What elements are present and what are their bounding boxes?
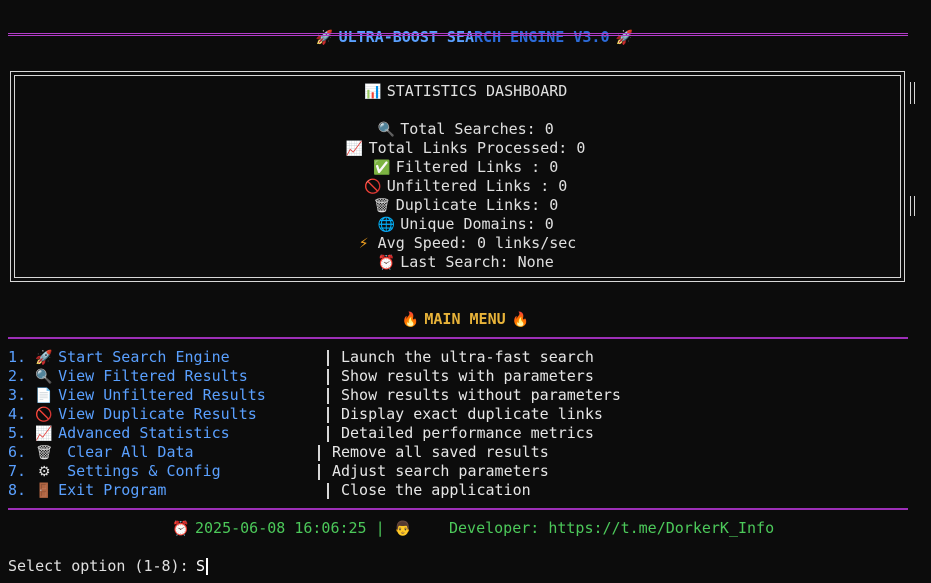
menu-item-view-duplicate[interactable]: 4. 🚫 View Duplicate Results (8, 405, 257, 425)
select-option-prompt: Select option (1-8): (8, 557, 189, 575)
app-title: 🚀 ULTRA-BOOST SEARCH ENGINE V3.0 🚀 (0, 4, 931, 49)
title-part-1: ULTRA-BOOST SEA (338, 28, 475, 46)
stat-duplicate: 🗑 Duplicate Links: 0 (372, 196, 559, 214)
lightning-icon: ⚡ (358, 236, 369, 252)
magnifier-icon: 🔍 (35, 369, 53, 385)
column-separator (318, 445, 320, 461)
globe-icon: 🌐 (377, 217, 395, 233)
chart-up-icon: 📈 (345, 141, 364, 157)
stat-unfiltered: 🚫 Unfiltered Links : 0 (363, 177, 568, 195)
menu-desc: Adjust search parameters (332, 462, 549, 480)
prohibited-icon: 🚫 (363, 179, 382, 195)
menu-desc: Show results without parameters (341, 386, 621, 404)
column-separator (327, 483, 329, 499)
technologist-icon: 👨 (393, 521, 412, 537)
menu-item-settings[interactable]: 7. ⚙ Settings & Config (8, 462, 221, 482)
trash-icon: 🗑 (372, 198, 391, 214)
stat-filtered: ✅ Filtered Links : 0 (373, 158, 559, 176)
stat-unique-domains: 🌐 Unique Domains: 0 (377, 215, 554, 233)
footer-datetime: 2025-06-08 16:06:25 (195, 519, 367, 537)
alarm-clock-icon: ⏰ (172, 521, 190, 537)
stats-title: 📊 STATISTICS DASHBOARD (363, 82, 568, 100)
stat-total-links: 📈 Total Links Processed: 0 (345, 139, 586, 157)
stat-avg-speed: ⚡ Avg Speed: 0 links/sec (0, 234, 931, 254)
stat-total-searches: 🔍 Total Searches: 0 (377, 120, 554, 138)
document-icon: 📄 (35, 388, 53, 404)
footer-developer[interactable]: Developer: https://t.me/DorkerK_Info (449, 519, 774, 538)
rocket-icon: 🚀 (35, 350, 53, 366)
column-separator (327, 426, 329, 442)
stat-last-search: ⏰ Last Search: None (377, 253, 554, 271)
column-separator (318, 464, 320, 480)
option-input[interactable]: S (196, 557, 205, 576)
menu-item-view-unfiltered[interactable]: 3. 📄 View Unfiltered Results (8, 386, 266, 406)
column-separator (327, 369, 329, 385)
text-caret (206, 558, 208, 575)
chart-up-icon: 📈 (35, 426, 53, 442)
rocket-icon: 🚀 (315, 30, 334, 46)
title-part-2: RCH ENGINE V3.0 (474, 28, 610, 46)
footer-status: ⏰ 2025-06-08 16:06:25 | 👨 (172, 519, 412, 537)
prohibited-icon: 🚫 (35, 407, 53, 423)
column-separator (327, 350, 329, 366)
menu-item-view-filtered[interactable]: 2. 🔍 View Filtered Results (8, 367, 248, 387)
menu-desc: Remove all saved results (332, 443, 549, 461)
column-separator (327, 407, 329, 423)
chart-icon: 📊 (363, 84, 382, 100)
trash-icon: 🗑 (35, 445, 53, 461)
menu-desc: Show results with parameters (341, 367, 594, 385)
menu-item-advanced-statistics[interactable]: 5. 📈 Advanced Statistics (8, 424, 230, 444)
menu-divider (8, 337, 908, 339)
footer-divider (8, 508, 908, 510)
rocket-icon: 🚀 (615, 30, 634, 46)
menu-desc: Detailed performance metrics (341, 424, 594, 442)
fire-icon: 🔥 (401, 312, 420, 328)
check-icon: ✅ (373, 160, 391, 176)
fire-icon: 🔥 (511, 312, 530, 328)
menu-item-exit[interactable]: 8. 🚪 Exit Program (8, 481, 166, 501)
magnifier-icon: 🔍 (377, 122, 395, 138)
menu-title: 🔥 MAIN MENU 🔥 (401, 310, 530, 328)
gear-icon: ⚙ (37, 464, 51, 480)
door-icon: 🚪 (35, 483, 53, 499)
menu-desc: Display exact duplicate links (341, 405, 603, 423)
header-divider (8, 33, 908, 36)
menu-item-clear-data[interactable]: 6. 🗑 Clear All Data (8, 443, 194, 463)
menu-desc: Close the application (341, 481, 531, 499)
alarm-clock-icon: ⏰ (377, 255, 395, 271)
menu-item-start-search[interactable]: 1. 🚀 Start Search Engine (8, 348, 230, 368)
column-separator (327, 388, 329, 404)
menu-desc: Launch the ultra-fast search (341, 348, 594, 366)
